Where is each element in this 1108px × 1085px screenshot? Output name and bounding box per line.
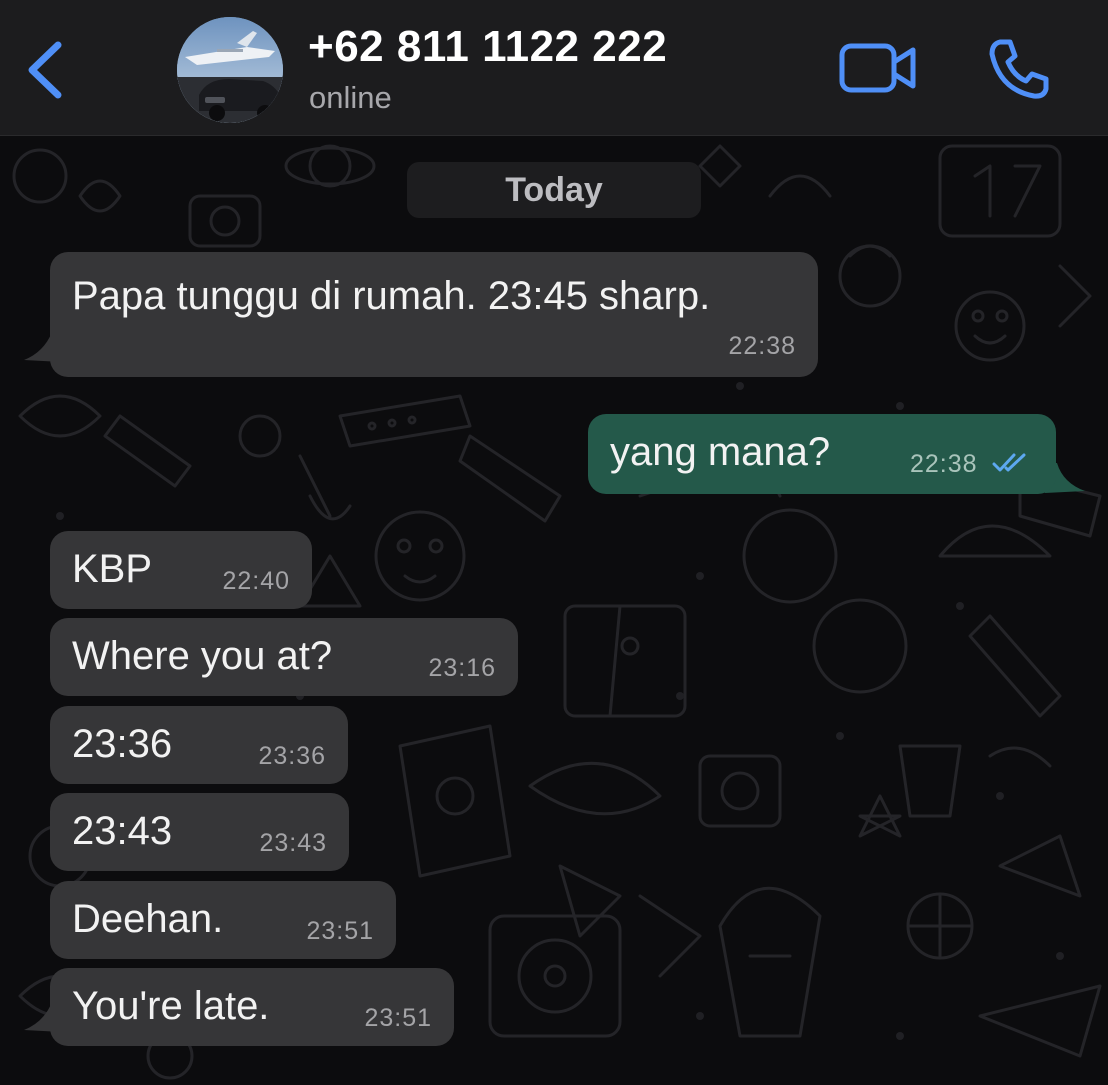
chat-screen: +62 811 1122 222 online Today Papa tungg… [0, 0, 1108, 1085]
message-bubble-incoming[interactable]: 23:43 23:43 [50, 793, 349, 871]
message-bubble-incoming[interactable]: Papa tunggu di rumah. 23:45 sharp. 22:38 [50, 252, 818, 377]
contact-name[interactable]: +62 811 1122 222 [308, 22, 667, 72]
message-text: You're late. [72, 984, 270, 1028]
message-text: Deehan. [72, 897, 224, 941]
back-button[interactable] [20, 35, 80, 105]
message-bubble-incoming[interactable]: 23:36 23:36 [50, 706, 348, 784]
message-text: Papa tunggu di rumah. 23:45 sharp. [72, 274, 711, 318]
chat-header: +62 811 1122 222 online [0, 0, 1108, 136]
message-time: 22:40 [222, 567, 290, 595]
chevron-left-icon [28, 41, 62, 99]
date-separator: Today [407, 162, 701, 218]
message-time: 23:43 [259, 829, 327, 857]
message-time: 23:36 [258, 742, 326, 770]
message-bubble-incoming[interactable]: Deehan. 23:51 [50, 881, 396, 959]
contact-avatar[interactable] [177, 17, 283, 123]
message-bubble-incoming[interactable]: You're late. 23:51 [50, 968, 454, 1046]
message-bubble-incoming[interactable]: KBP 22:40 [50, 531, 312, 609]
message-text: 23:43 [72, 809, 173, 853]
message-text: yang mana? [610, 430, 831, 474]
avatar-photo [177, 17, 283, 123]
message-bubble-outgoing[interactable]: yang mana? 22:38 [588, 414, 1056, 494]
message-text: KBP [72, 547, 153, 591]
message-time: 22:38 [728, 332, 796, 360]
message-text: Where you at? [72, 634, 333, 678]
message-time: 22:38 [910, 450, 978, 478]
video-camera-icon [839, 43, 916, 93]
message-time: 23:51 [306, 917, 374, 945]
video-call-button[interactable] [838, 40, 918, 96]
message-time: 23:16 [428, 654, 496, 682]
message-time: 23:51 [364, 1004, 432, 1032]
phone-icon [989, 39, 1049, 99]
message-list[interactable]: Today Papa tunggu di rumah. 23:45 sharp.… [0, 136, 1108, 1085]
contact-status: online [309, 80, 392, 115]
voice-call-button[interactable] [986, 36, 1052, 102]
double-check-read-icon [992, 453, 1026, 472]
message-bubble-incoming[interactable]: Where you at? 23:16 [50, 618, 518, 696]
message-text: 23:36 [72, 722, 173, 766]
